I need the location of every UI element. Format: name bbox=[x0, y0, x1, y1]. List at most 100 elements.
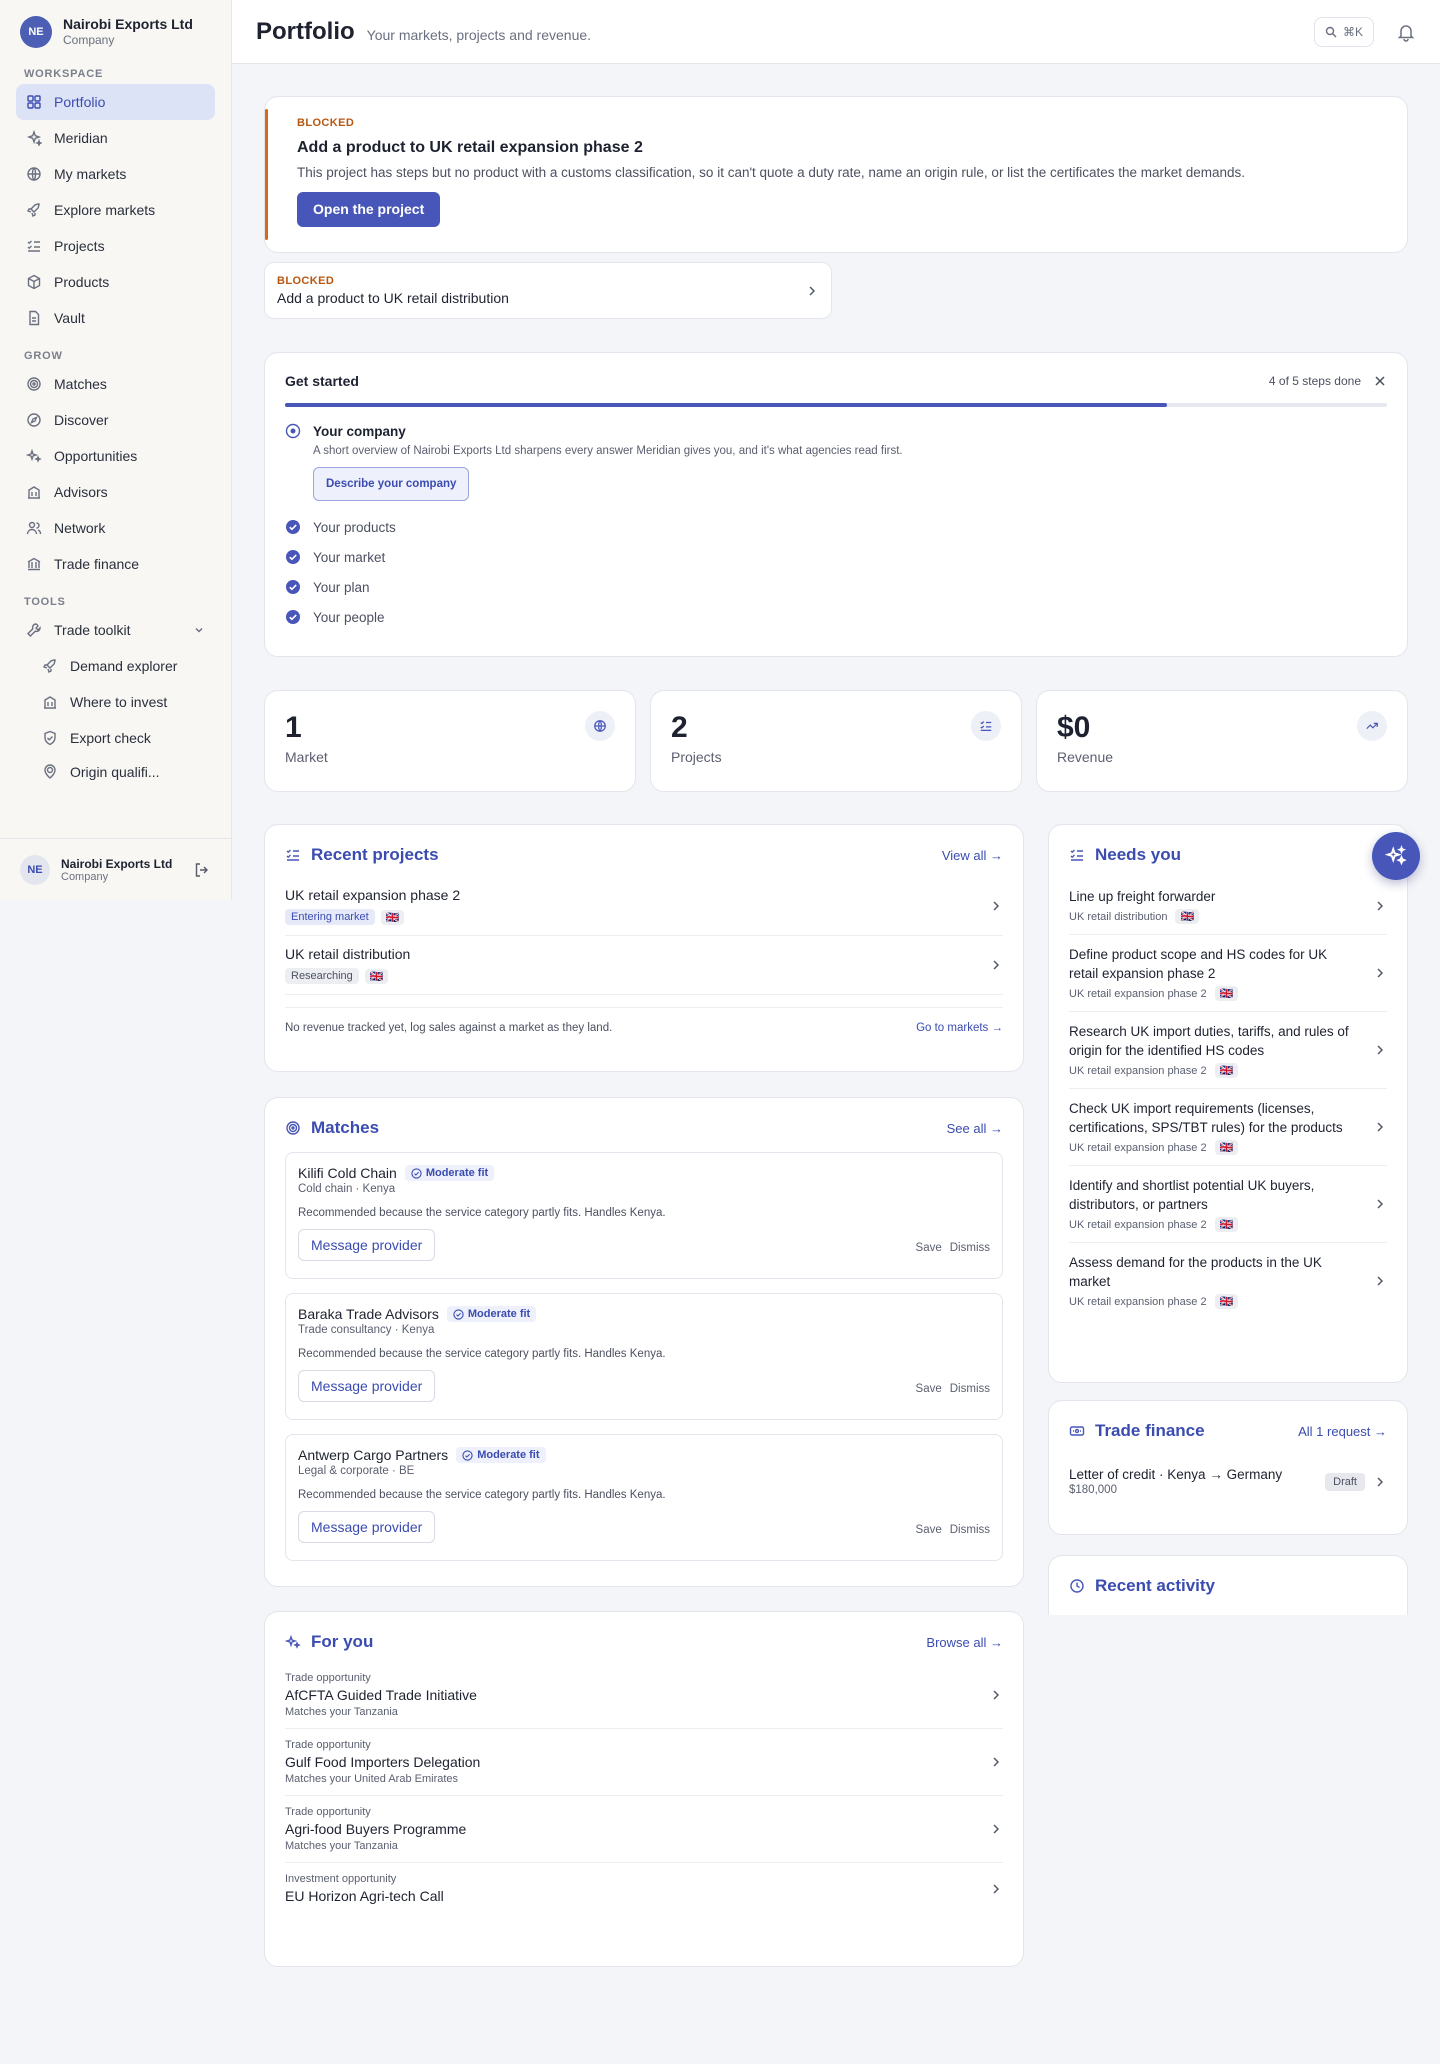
describe-company-button[interactable]: Describe your company bbox=[313, 467, 470, 501]
task-row[interactable]: Check UK import requirements (licenses, … bbox=[1069, 1089, 1387, 1166]
step-your-plan[interactable]: Your plan bbox=[285, 579, 1387, 595]
chevron-right-icon bbox=[993, 1883, 1000, 1894]
sidebar-item-network[interactable]: Network bbox=[16, 510, 215, 546]
sparkle-icon bbox=[26, 130, 42, 146]
org-switcher[interactable]: NE Nairobi Exports Ltd Company bbox=[0, 0, 231, 64]
sidebar-item-products[interactable]: Products bbox=[16, 264, 215, 300]
message-provider-button[interactable]: Message provider bbox=[298, 1370, 436, 1402]
save-button[interactable]: Save bbox=[916, 1524, 942, 1536]
flag-badge: 🇬🇧 bbox=[364, 968, 389, 984]
sidebar-item-label: Export check bbox=[70, 730, 151, 746]
browse-all-link[interactable]: Browse all → bbox=[926, 1635, 1003, 1650]
dismiss-button[interactable]: Dismiss bbox=[950, 1383, 990, 1395]
sidebar-item-opportunities[interactable]: Opportunities bbox=[16, 438, 215, 474]
save-button[interactable]: Save bbox=[916, 1383, 942, 1395]
sidebar-item-trade-toolkit[interactable]: Trade toolkit bbox=[16, 612, 215, 648]
check-circle-icon bbox=[286, 580, 300, 594]
close-icon[interactable] bbox=[1373, 374, 1387, 388]
all-requests-link[interactable]: All 1 request → bbox=[1298, 1424, 1387, 1439]
target-icon bbox=[286, 1121, 300, 1135]
dismiss-button[interactable]: Dismiss bbox=[950, 1524, 990, 1536]
section-title: Recent projects bbox=[311, 845, 439, 864]
sidebar-item-label: Trade finance bbox=[54, 556, 140, 572]
task-row[interactable]: Assess demand for the products in the UK… bbox=[1069, 1243, 1387, 1319]
sidebar-item-projects[interactable]: Projects bbox=[16, 228, 215, 264]
blocked-title: Add a product to UK retail expansion pha… bbox=[297, 139, 643, 156]
sidebar-item-label: Products bbox=[54, 274, 110, 290]
sidebar-item-explore-markets[interactable]: Explore markets bbox=[16, 192, 215, 228]
match-card: Baraka Trade Advisors Moderate fit Trade… bbox=[285, 1293, 1003, 1420]
dismiss-button[interactable]: Dismiss bbox=[950, 1242, 990, 1254]
page-title: Portfolio bbox=[256, 17, 355, 45]
blocked-card-secondary[interactable]: BLOCKED Add a product to UK retail distr… bbox=[264, 262, 832, 319]
stat-card-markets[interactable]: 1 Market bbox=[264, 690, 636, 792]
sidebar-item-discover[interactable]: Discover bbox=[16, 402, 215, 438]
sidebar-item-trade-finance[interactable]: Trade finance bbox=[16, 546, 215, 582]
opportunity-match: Matches your Tanzania bbox=[285, 1706, 398, 1718]
footer-org-name: Nairobi Exports Ltd bbox=[61, 856, 173, 871]
message-provider-button[interactable]: Message provider bbox=[298, 1229, 436, 1261]
task-name: Line up freight forwarder bbox=[1069, 889, 1216, 904]
sidebar: NE Nairobi Exports Ltd Company WORKSPACE… bbox=[0, 0, 232, 900]
flag-badge: 🇬🇧 bbox=[1214, 1140, 1239, 1155]
sidebar-item-meridian[interactable]: Meridian bbox=[16, 120, 215, 156]
opportunity-row[interactable]: Investment opportunity EU Horizon Agri-te… bbox=[285, 1863, 1003, 1914]
step-your-company[interactable]: Your company bbox=[285, 423, 1387, 439]
go-to-markets-link[interactable]: Go to markets → bbox=[916, 1022, 1003, 1034]
project-row[interactable]: UK retail distribution Researching 🇬🇧 bbox=[285, 936, 1003, 995]
sidebar-item-label: Meridian bbox=[54, 130, 108, 146]
opportunity-match: Matches your United Arab Emirates bbox=[285, 1773, 459, 1785]
provider-name: Antwerp Cargo Partners bbox=[298, 1447, 449, 1463]
opportunity-row[interactable]: Trade opportunity Agri-food Buyers Progra… bbox=[285, 1796, 1003, 1863]
see-all-link[interactable]: See all → bbox=[947, 1121, 1003, 1136]
stat-card-revenue[interactable]: $0 Revenue bbox=[1036, 690, 1408, 792]
message-provider-button[interactable]: Message provider bbox=[298, 1511, 436, 1543]
match-reason: Recommended because the service category… bbox=[298, 1489, 666, 1501]
sidebar-item-advisors[interactable]: Advisors bbox=[16, 474, 215, 510]
section-grow: GROW bbox=[24, 350, 63, 362]
step-your-products[interactable]: Your products bbox=[285, 519, 1387, 535]
blocked-title: Add a product to UK retail distribution bbox=[277, 290, 509, 306]
assistant-fab[interactable] bbox=[1372, 832, 1420, 880]
finance-request-row[interactable]: Letter of credit · Kenya → Germany $180,… bbox=[1069, 1467, 1387, 1496]
step-your-market[interactable]: Your market bbox=[285, 549, 1387, 565]
task-row[interactable]: Line up freight forwarder UK retail distr… bbox=[1069, 877, 1387, 935]
logout-icon[interactable] bbox=[193, 861, 211, 879]
task-row[interactable]: Research UK import duties, tariffs, and … bbox=[1069, 1012, 1387, 1089]
opportunity-row[interactable]: Trade opportunity Gulf Food Importers Del… bbox=[285, 1729, 1003, 1796]
section-tools: TOOLS bbox=[24, 596, 66, 608]
save-button[interactable]: Save bbox=[916, 1242, 942, 1254]
provider-meta: Trade consultancy · Kenya bbox=[298, 1324, 435, 1336]
sidebar-item-demand-explorer[interactable]: Demand explorer bbox=[30, 648, 215, 684]
chevron-right-icon bbox=[993, 1690, 1000, 1700]
project-row[interactable]: UK retail expansion phase 2 Entering mar… bbox=[285, 877, 1003, 936]
opportunity-name: Agri-food Buyers Programme bbox=[285, 1821, 467, 1837]
task-row[interactable]: Define product scope and HS codes for UK… bbox=[1069, 935, 1387, 1012]
opportunity-row[interactable]: Trade opportunity AfCFTA Guided Trade Ini… bbox=[285, 1662, 1003, 1729]
status-badge: Entering market bbox=[285, 909, 375, 925]
checklist-icon bbox=[1070, 849, 1083, 861]
sidebar-item-where-to-invest[interactable]: Where to invest bbox=[30, 684, 215, 720]
sidebar-item-origin[interactable]: Origin qualifi... bbox=[30, 756, 215, 780]
sidebar-item-export-check[interactable]: Export check bbox=[30, 720, 215, 756]
bell-icon[interactable] bbox=[1396, 22, 1416, 42]
fit-badge: Moderate fit bbox=[446, 1306, 537, 1322]
task-name: Identify and shortlist potential UK buye… bbox=[1069, 1178, 1315, 1212]
sidebar-item-my-markets[interactable]: My markets bbox=[16, 156, 215, 192]
user-avatar[interactable]: NE bbox=[20, 854, 50, 885]
matches-card: Matches See all → Kilifi Cold Chain Mode… bbox=[264, 1097, 1024, 1587]
project-name: UK retail distribution bbox=[285, 946, 411, 962]
open-project-button[interactable]: Open the project bbox=[297, 192, 441, 227]
sidebar-item-matches[interactable]: Matches bbox=[16, 366, 215, 402]
target-icon bbox=[27, 377, 41, 391]
sidebar-item-portfolio[interactable]: Portfolio bbox=[16, 84, 215, 120]
blocked-card-primary: BLOCKED Add a product to UK retail expan… bbox=[264, 96, 1408, 253]
stat-card-projects[interactable]: 2 Projects bbox=[650, 690, 1022, 792]
command-search-button[interactable]: ⌘K bbox=[1313, 16, 1374, 47]
sidebar-item-vault[interactable]: Vault bbox=[16, 300, 215, 336]
step-your-people[interactable]: Your people bbox=[285, 609, 1387, 625]
sidebar-item-label: Explore markets bbox=[54, 202, 156, 218]
task-row[interactable]: Identify and shortlist potential UK buye… bbox=[1069, 1166, 1387, 1243]
task-project: UK retail expansion phase 2 bbox=[1069, 1218, 1207, 1231]
view-all-link[interactable]: View all → bbox=[942, 848, 1003, 863]
